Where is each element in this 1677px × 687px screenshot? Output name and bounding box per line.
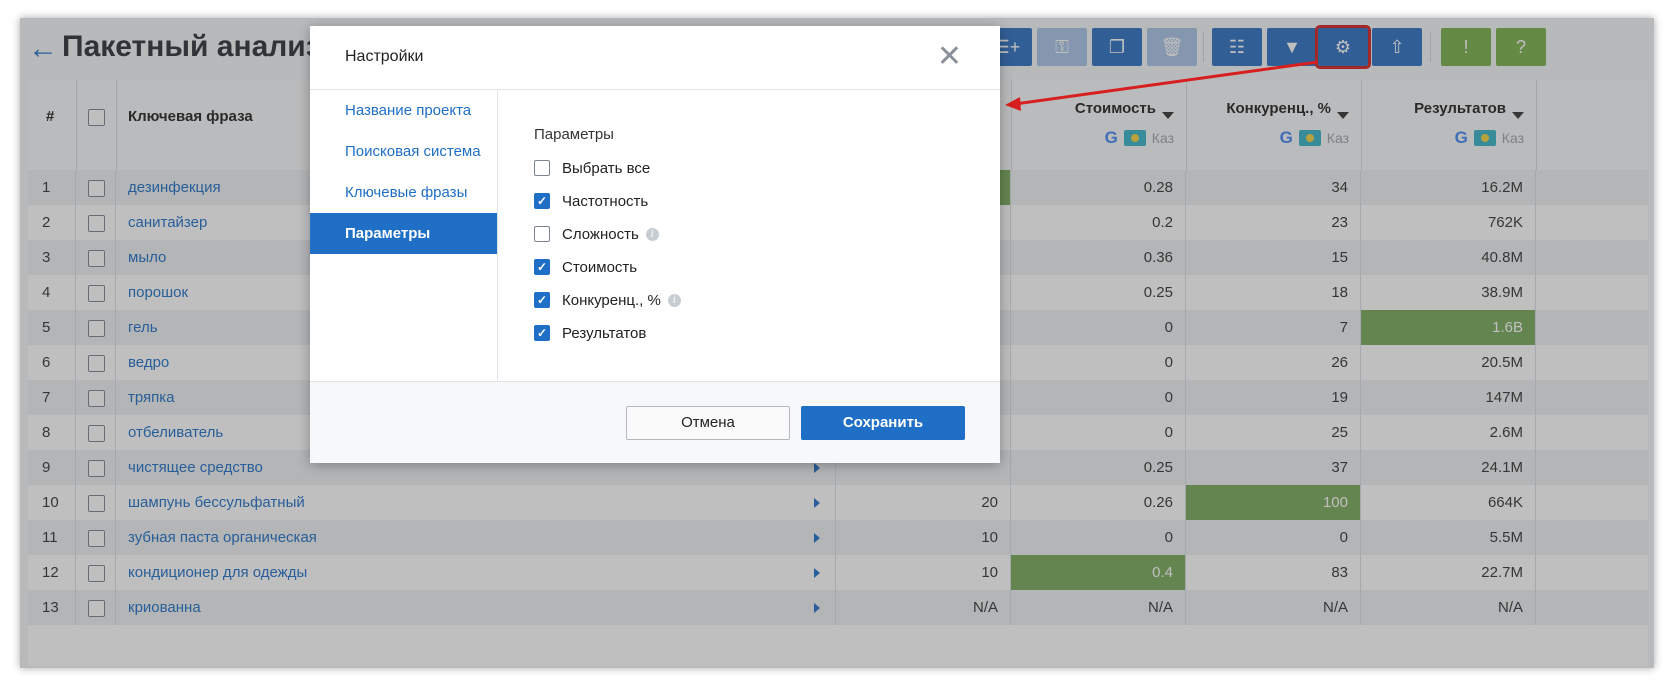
param-option[interactable]: Сложность i: [534, 224, 659, 244]
checkbox-checked[interactable]: ✓: [534, 193, 550, 209]
app-window: ← Пакетный анализ ☰+ ⚿ ❐ 🗑 ☷ ▼ ⚙ ⇧ ! ? #…: [20, 18, 1654, 668]
info-icon[interactable]: i: [667, 293, 681, 307]
param-option-label: Частотность: [562, 192, 649, 210]
param-option[interactable]: ✓ Частотность: [534, 191, 648, 211]
nav-item-keywords[interactable]: Ключевые фразы: [310, 172, 497, 213]
nav-item-search-engine[interactable]: Поисковая система: [310, 131, 497, 172]
save-button[interactable]: Сохранить: [801, 406, 965, 440]
cancel-button[interactable]: Отмена: [626, 406, 790, 440]
checkbox-checked[interactable]: ✓: [534, 259, 550, 275]
checkbox-unchecked[interactable]: [534, 160, 550, 176]
nav-item-parameters[interactable]: Параметры: [310, 213, 497, 254]
param-option-label: Сложность: [562, 225, 639, 243]
params-title: Параметры: [534, 126, 614, 143]
param-option-label: Результатов: [562, 324, 647, 342]
info-icon[interactable]: i: [645, 227, 659, 241]
param-option-label: Конкуренц., %: [562, 291, 661, 309]
param-option[interactable]: Выбрать все: [534, 158, 650, 178]
param-option[interactable]: ✓ Результатов: [534, 323, 646, 343]
settings-dialog: Настройки ✕ Название проекта Поисковая с…: [310, 26, 1000, 463]
dialog-nav: Название проекта Поисковая система Ключе…: [310, 90, 498, 380]
close-icon[interactable]: ✕: [937, 40, 962, 74]
checkbox-checked[interactable]: ✓: [534, 292, 550, 308]
divider: [310, 381, 1000, 382]
nav-item-project-name[interactable]: Название проекта: [310, 90, 497, 131]
param-option[interactable]: ✓ Стоимость: [534, 257, 637, 277]
param-option-label: Выбрать все: [562, 159, 651, 177]
param-option[interactable]: ✓ Конкуренц., % i: [534, 290, 681, 310]
dialog-footer: Отмена Сохранить: [310, 381, 1000, 463]
param-option-label: Стоимость: [562, 258, 638, 276]
checkbox-checked[interactable]: ✓: [534, 325, 550, 341]
checkbox-unchecked[interactable]: [534, 226, 550, 242]
dialog-title: Настройки: [345, 48, 424, 65]
